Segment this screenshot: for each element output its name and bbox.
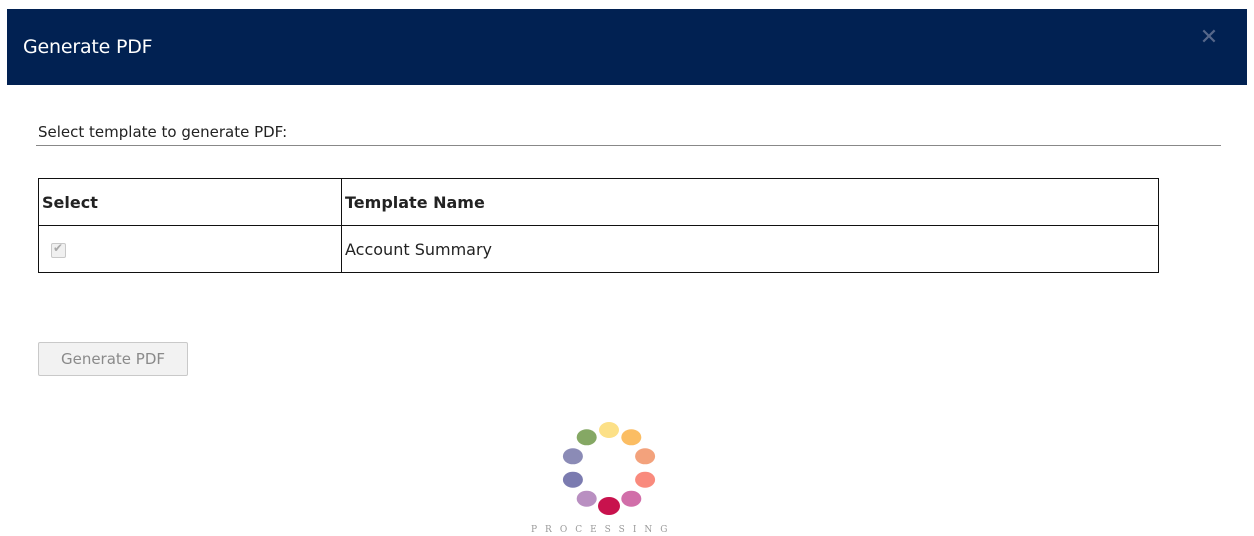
column-header-template-name: Template Name xyxy=(341,178,1159,226)
select-cell: ✔ xyxy=(38,225,342,273)
dialog-header: Generate PDF ✕ xyxy=(7,9,1247,85)
spinner-dot xyxy=(576,429,597,446)
section-divider xyxy=(36,145,1221,146)
spinner-dot xyxy=(635,448,656,465)
spinner-dot xyxy=(576,490,597,507)
column-header-select: Select xyxy=(38,178,342,226)
section-label: Select template to generate PDF: xyxy=(38,123,288,141)
spinner-dot xyxy=(621,490,642,507)
checkmark-icon: ✔ xyxy=(53,240,64,255)
processing-label: PROCESSING xyxy=(531,525,676,535)
spinner-dot xyxy=(621,429,642,446)
template-table: Select Template Name ✔ Account Summary xyxy=(38,178,1159,273)
generate-pdf-button[interactable]: Generate PDF xyxy=(38,342,188,376)
dialog-title: Generate PDF xyxy=(23,36,153,58)
template-select-checkbox[interactable]: ✔ xyxy=(51,240,66,258)
generate-pdf-dialog: Generate PDF ✕ Select template to genera… xyxy=(0,0,1254,536)
processing-spinner-icon xyxy=(562,422,656,515)
spinner-dot xyxy=(635,471,656,488)
spinner-dot xyxy=(599,422,619,438)
spinner-dot xyxy=(598,497,620,515)
close-icon[interactable]: ✕ xyxy=(1197,26,1221,50)
table-header-row: Select Template Name xyxy=(38,178,1159,226)
spinner-dot xyxy=(562,471,583,488)
spinner-dot xyxy=(562,448,583,465)
template-name-cell: Account Summary xyxy=(341,225,1159,273)
table-row: ✔ Account Summary xyxy=(38,225,1159,273)
